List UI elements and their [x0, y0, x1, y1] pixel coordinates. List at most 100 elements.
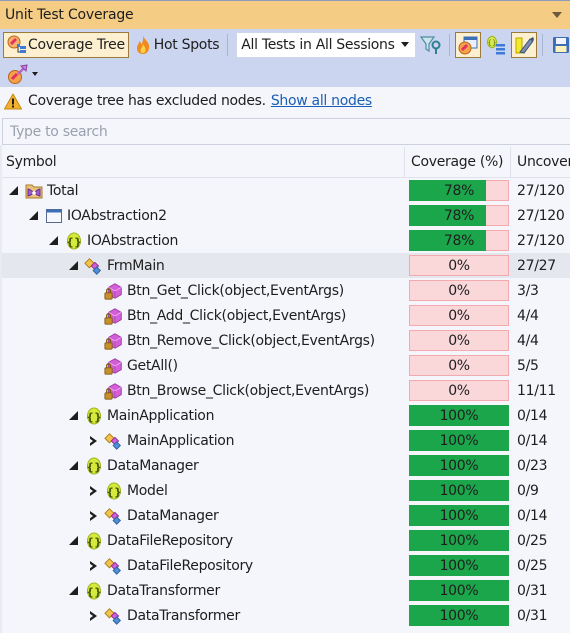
- search-box[interactable]: [2, 118, 570, 145]
- tree-row[interactable]: GetAll() 0% 5/5: [0, 353, 570, 378]
- tree-row[interactable]: DataTransformer 100% 0/31: [0, 603, 570, 628]
- symbol-cell: {} Model: [0, 478, 405, 503]
- svg-text:{}: {}: [86, 460, 102, 473]
- column-header-uncovered[interactable]: Uncover: [511, 147, 570, 177]
- class-icon: [104, 606, 124, 626]
- uncovered-statements: 0/9: [517, 482, 539, 499]
- tree-row[interactable]: {} DataTransformer 100% 0/31: [0, 578, 570, 603]
- tree-row[interactable]: FrmMain 0% 27/27: [0, 253, 570, 278]
- tree-row[interactable]: Btn_Add_Click(object,EventArgs) 0% 4/4: [0, 303, 570, 328]
- symbol-name: DataFileRepository: [127, 557, 253, 574]
- tree-row[interactable]: MainApplication 100% 0/14: [0, 428, 570, 453]
- private-method-icon: [104, 306, 124, 326]
- uncovered-statements: 27/120: [517, 207, 565, 224]
- uncovered-statements: 0/31: [517, 607, 548, 624]
- highlighter-icon: [514, 35, 535, 55]
- class-icon: [104, 431, 124, 451]
- symbol-name: Model: [127, 482, 168, 499]
- save-button[interactable]: [548, 32, 570, 58]
- excluded-nodes-notice: Coverage tree has excluded nodes. Show a…: [0, 87, 570, 115]
- collapse-arrow-icon[interactable]: [26, 209, 40, 223]
- expand-arrow-icon[interactable]: [86, 434, 100, 448]
- tree-row[interactable]: Btn_Remove_Click(object,EventArgs) 0% 4/4: [0, 328, 570, 353]
- expand-arrow-icon[interactable]: [86, 559, 100, 573]
- coverage-percent: 100%: [439, 432, 479, 449]
- coverage-bar: 0%: [409, 355, 509, 376]
- column-header-coverage[interactable]: Coverage (%): [405, 147, 511, 177]
- symbol-name: GetAll(): [127, 357, 178, 374]
- expand-arrow-icon[interactable]: [86, 509, 100, 523]
- tree-row[interactable]: DataManager 100% 0/14: [0, 503, 570, 528]
- column-header-symbol[interactable]: Symbol: [0, 147, 405, 177]
- private-method-icon: [104, 281, 124, 301]
- coverage-percent: 0%: [448, 332, 470, 349]
- show-all-nodes-link[interactable]: Show all nodes: [271, 93, 372, 109]
- coverage-bar: 100%: [409, 480, 509, 501]
- coverage-percent: 100%: [439, 407, 479, 424]
- uncovered-statements: 27/120: [517, 232, 565, 249]
- coverage-percent: 0%: [448, 257, 470, 274]
- uncovered-statements: 4/4: [517, 332, 539, 349]
- assembly-icon: [44, 206, 64, 226]
- tree-row[interactable]: Btn_Browse_Click(object,EventArgs) 0% 11/1…: [0, 378, 570, 403]
- symbol-name: MainApplication: [107, 407, 215, 424]
- warning-icon: [4, 93, 22, 110]
- coverage-tree-button[interactable]: Coverage Tree: [3, 31, 129, 58]
- uncovered-statements: 0/14: [517, 507, 548, 524]
- symbol-name: IOAbstraction: [87, 232, 179, 249]
- tree-row[interactable]: {} MainApplication 100% 0/14: [0, 403, 570, 428]
- collapse-arrow-icon[interactable]: [66, 584, 80, 598]
- highlight-button[interactable]: [511, 31, 538, 58]
- symbol-name: DataTransformer: [127, 607, 240, 624]
- symbol-name: Btn_Browse_Click(object,EventArgs): [127, 382, 369, 399]
- tree-row[interactable]: {} IOAbstraction 78% 27/120: [0, 228, 570, 253]
- flame-icon: [135, 35, 151, 55]
- window-menu-dropdown-icon[interactable]: [552, 12, 562, 18]
- symbol-name: DataFileRepository: [107, 532, 233, 549]
- uncovered-statements: 5/5: [517, 357, 539, 374]
- uncovered-statements: 4/4: [517, 307, 539, 324]
- uncovered-statements: 27/27: [517, 257, 556, 274]
- tree-row[interactable]: Btn_Get_Click(object,EventArgs) 0% 3/3: [0, 278, 570, 303]
- collapse-arrow-icon[interactable]: [66, 259, 80, 273]
- collapse-arrow-icon[interactable]: [6, 184, 20, 198]
- coverage-percent: 100%: [439, 482, 479, 499]
- collapse-arrow-icon[interactable]: [66, 459, 80, 473]
- private-method-icon: [104, 331, 124, 351]
- symbol-cell: DataTransformer: [0, 603, 405, 628]
- namespace-list-icon: {}: [486, 34, 506, 55]
- search-input[interactable]: [10, 123, 570, 140]
- symbol-cell: Btn_Browse_Click(object,EventArgs): [0, 378, 405, 403]
- coverage-window-icon: [458, 35, 478, 55]
- tree-row[interactable]: {} DataFileRepository 100% 0/25: [0, 528, 570, 553]
- coverage-bar: 100%: [409, 430, 509, 451]
- tree-row[interactable]: Total 78% 27/120: [0, 178, 570, 203]
- tree-row[interactable]: {} Model 100% 0/9: [0, 478, 570, 503]
- uncovered-statements: 0/14: [517, 432, 548, 449]
- coverage-percent: 78%: [443, 182, 475, 199]
- expand-arrow-icon[interactable]: [86, 484, 100, 498]
- tree-row[interactable]: DataFileRepository 100% 0/25: [0, 553, 570, 578]
- tree-row[interactable]: {} DataManager 100% 0/23: [0, 453, 570, 478]
- namespace-icon: {}: [64, 231, 84, 251]
- svg-text:{}: {}: [86, 410, 102, 423]
- collapse-arrow-icon[interactable]: [46, 234, 60, 248]
- navigate-dropdown-button[interactable]: [4, 61, 41, 87]
- hot-spots-button[interactable]: Hot Spots: [131, 32, 223, 58]
- class-icon: [84, 256, 104, 276]
- symbol-cell: FrmMain: [0, 253, 405, 278]
- tree-row[interactable]: IOAbstraction2 78% 27/120: [0, 203, 570, 228]
- coverage-percent: 0%: [448, 307, 470, 324]
- collapse-arrow-icon[interactable]: [66, 409, 80, 423]
- namespace-icon: {}: [104, 481, 124, 501]
- expand-arrow-icon[interactable]: [86, 609, 100, 623]
- class-icon: [104, 556, 124, 576]
- collapse-arrow-icon[interactable]: [66, 534, 80, 548]
- symbol-cell: IOAbstraction2: [0, 203, 405, 228]
- show-coverage-window-button[interactable]: [455, 31, 482, 58]
- show-namespaces-button[interactable]: {}: [483, 32, 509, 58]
- symbol-name: Btn_Add_Click(object,EventArgs): [127, 307, 347, 324]
- chevron-down-icon: [32, 71, 38, 76]
- session-filter-dropdown[interactable]: All Tests in All Sessions: [236, 31, 417, 58]
- filter-settings-button[interactable]: [418, 32, 444, 58]
